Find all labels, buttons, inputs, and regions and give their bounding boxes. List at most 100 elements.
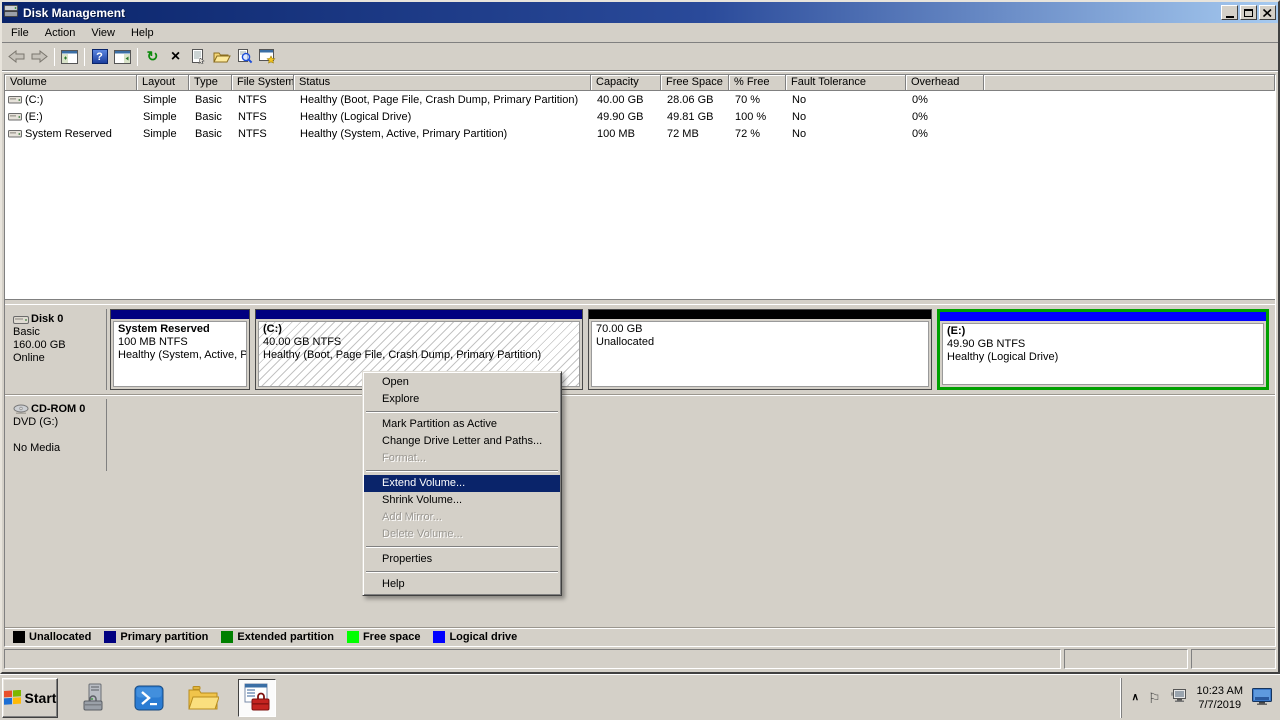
partition-system-reserved[interactable]: System Reserved 100 MB NTFS Healthy (Sys… [110,309,250,390]
legend-primary-partition: Primary partition [104,631,208,643]
help-icon: ? [92,49,108,64]
disk0-size: 160.00 GB [13,339,104,352]
options-button[interactable] [256,46,279,68]
context-menu-item-properties[interactable]: Properties [364,551,560,568]
disk-graphical-view: Disk 0 Basic 160.00 GB Online System Res… [5,305,1275,627]
volume-list-header: Volume Layout Type File System Status Ca… [5,75,1275,91]
column-header-overhead[interactable]: Overhead [906,75,984,91]
column-header-volume[interactable]: Volume [5,75,137,91]
taskbar-app-file-explorer[interactable] [184,679,222,717]
close-button[interactable] [1259,5,1276,20]
context-menu-item-shrink-volume[interactable]: Shrink Volume... [364,492,560,509]
console-tree-icon [61,50,78,64]
unallocated-color-bar [589,310,931,319]
show-action-pane-button[interactable] [111,46,134,68]
back-icon [8,50,25,63]
legend-swatch [13,631,25,643]
help-button[interactable]: ? [88,46,111,68]
column-header-pct-free[interactable]: % Free [729,75,786,91]
menu-help[interactable]: Help [123,24,162,42]
delete-button[interactable]: × [164,46,187,68]
context-menu-item-delete-volume: Delete Volume... [364,526,560,543]
primary-partition-color-bar [256,310,582,319]
taskbar-app-powershell[interactable] [130,679,168,717]
volume-row-e[interactable]: (E:) Simple Basic NTFS Healthy (Logical … [5,108,1275,125]
cdrom-type: DVD (G:) [13,416,104,429]
column-header-capacity[interactable]: Capacity [591,75,661,91]
tray-clock[interactable]: 10:23 AM 7/7/2019 [1197,684,1243,712]
show-console-tree-button[interactable] [58,46,81,68]
toolbar: ? ↻ × [2,43,1278,71]
cdrom-label-panel[interactable]: CD-ROM 0 DVD (G:) No Media [11,399,107,471]
column-header-file-system[interactable]: File System [232,75,294,91]
refresh-button[interactable]: ↻ [141,46,164,68]
context-menu-item-help[interactable]: Help [364,576,560,593]
status-panel-3 [1191,649,1276,669]
column-header-status[interactable]: Status [294,75,591,91]
back-button[interactable] [5,46,28,68]
column-header-layout[interactable]: Layout [137,75,189,91]
menu-view[interactable]: View [83,24,123,42]
status-panel-main [4,649,1061,669]
cdrom-empty-area [107,399,1269,471]
properties-icon [191,49,206,64]
network-icon[interactable] [1170,688,1188,707]
start-button[interactable]: Start [2,678,58,718]
volume-row-system-reserved[interactable]: System Reserved Simple Basic NTFS Health… [5,125,1275,142]
forward-icon [31,50,48,63]
volume-list: Volume Layout Type File System Status Ca… [5,75,1275,300]
monitor-tray-icon[interactable] [1252,688,1272,708]
context-menu-item-add-mirror: Add Mirror... [364,509,560,526]
legend-logical-drive: Logical drive [433,631,517,643]
app-icon [4,4,19,21]
open-folder-icon [213,50,231,64]
partition-e-logical[interactable]: (E:) 49.90 GB NTFS Healthy (Logical Driv… [937,309,1269,390]
open-folder-button[interactable] [210,46,233,68]
column-header-fault-tolerance[interactable]: Fault Tolerance [786,75,906,91]
forward-button[interactable] [28,46,51,68]
console-content: Volume Layout Type File System Status Ca… [4,74,1276,647]
legend-swatch [433,631,445,643]
status-panel-2 [1064,649,1188,669]
find-button[interactable] [233,46,256,68]
menu-file[interactable]: File [3,24,37,42]
show-hidden-icons-chevron[interactable]: ∧ [1132,693,1139,703]
context-menu-item-explore[interactable]: Explore [364,391,560,408]
legend-bar: Unallocated Primary partition Extended p… [5,627,1275,646]
maximize-button[interactable] [1240,5,1257,20]
partition-context-menu: Open Explore Mark Partition as Active Ch… [362,371,562,596]
cdrom-status: No Media [13,442,104,455]
status-bar [4,649,1276,669]
title-bar[interactable]: Disk Management [2,2,1278,23]
unallocated-space[interactable]: 70.00 GB Unallocated [588,309,932,390]
volume-row-c[interactable]: (C:) Simple Basic NTFS Healthy (Boot, Pa… [5,91,1275,108]
hard-disk-icon [13,315,29,325]
volume-icon [8,128,22,139]
minimize-button[interactable] [1221,5,1238,20]
menu-action[interactable]: Action [37,24,84,42]
disk0-row: Disk 0 Basic 160.00 GB Online System Res… [5,305,1275,394]
maximize-icon [1244,9,1253,17]
column-header-type[interactable]: Type [189,75,232,91]
legend-swatch [347,631,359,643]
properties-button[interactable] [187,46,210,68]
context-menu-item-format: Format... [364,450,560,467]
disk0-label-panel[interactable]: Disk 0 Basic 160.00 GB Online [11,309,107,390]
folder-icon [187,685,219,711]
action-center-flag-icon[interactable]: ⚐ [1148,691,1161,705]
window-title: Disk Management [23,6,1219,20]
taskbar-app-server-manager[interactable] [76,679,114,717]
volume-icon [8,94,22,105]
minimize-icon [1226,16,1234,18]
options-icon [259,49,276,64]
close-icon [1263,9,1272,17]
column-header-free-space[interactable]: Free Space [661,75,729,91]
taskbar-app-disk-management[interactable] [238,679,276,717]
context-menu-item-extend-volume[interactable]: Extend Volume... [364,475,560,492]
column-header-filler [984,75,1275,91]
context-menu-item-open[interactable]: Open [364,374,560,391]
context-menu-item-change-drive-letter[interactable]: Change Drive Letter and Paths... [364,433,560,450]
legend-swatch [104,631,116,643]
disk0-status: Online [13,352,104,365]
context-menu-item-mark-partition-active[interactable]: Mark Partition as Active [364,416,560,433]
